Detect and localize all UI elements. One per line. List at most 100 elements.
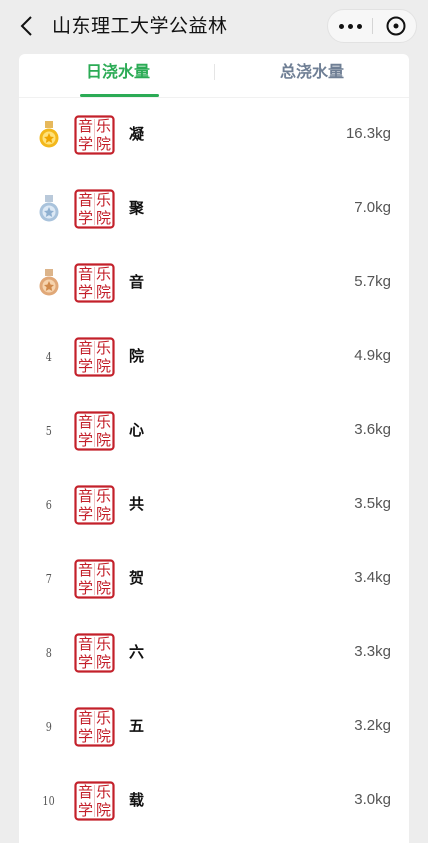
tab-divider — [214, 64, 215, 80]
watering-amount: 3.3kg — [354, 643, 391, 660]
avatar-glyph: 音 — [77, 191, 93, 209]
avatar-glyph: 乐 — [95, 783, 111, 801]
rank-number-text: 10 — [42, 794, 56, 808]
active-tab-indicator — [80, 94, 159, 97]
avatar: 音乐学院 — [74, 189, 115, 229]
gold-medal-icon — [35, 120, 63, 150]
watering-amount: 7.0kg — [354, 199, 391, 216]
avatar-glyph: 学 — [77, 653, 93, 671]
avatar-glyph: 学 — [77, 209, 93, 227]
avatar-glyph: 院 — [95, 505, 111, 523]
avatar: 音乐学院 — [74, 633, 115, 673]
ranking-row[interactable]: 音乐学院凝 16.3kg — [19, 98, 409, 172]
mini-program-capsule — [327, 9, 417, 43]
rank-number: 9 — [35, 712, 63, 742]
avatar: 音乐学院 — [74, 337, 115, 377]
rank-number-text: 5 — [45, 424, 53, 438]
avatar-glyph: 乐 — [95, 191, 111, 209]
avatar-glyph: 院 — [95, 135, 111, 153]
rank-number-text: 6 — [45, 498, 53, 512]
avatar-glyph: 音 — [77, 709, 93, 727]
avatar-glyph: 音 — [77, 561, 93, 579]
ranking-row[interactable]: 音乐学院聚 7.0kg — [19, 172, 409, 246]
dot — [339, 23, 344, 29]
avatar-glyph: 学 — [77, 727, 93, 745]
ranking-row[interactable]: 9 音乐学院五 3.2kg — [19, 690, 409, 764]
avatar-glyph: 院 — [95, 727, 111, 745]
user-name: 院 — [129, 347, 145, 365]
avatar-glyph: 院 — [95, 357, 111, 375]
ranking-row[interactable]: 8 音乐学院六 3.3kg — [19, 616, 409, 690]
user-name: 凝 — [129, 125, 145, 143]
tab-total-watering[interactable]: 总浇水量 — [252, 54, 372, 98]
watering-amount: 3.5kg — [354, 495, 391, 512]
back-button[interactable] — [14, 12, 38, 40]
watering-amount: 3.2kg — [354, 717, 391, 734]
avatar-glyph: 院 — [95, 801, 111, 819]
dot — [357, 23, 362, 29]
chevron-left-icon — [20, 16, 32, 36]
avatar-glyph: 音 — [77, 339, 93, 357]
avatar: 音乐学院 — [74, 707, 115, 747]
watering-amount: 4.9kg — [354, 347, 391, 364]
ranking-row[interactable]: 10 音乐学院载 3.0kg — [19, 764, 409, 838]
dot — [348, 23, 353, 29]
avatar-glyph: 院 — [95, 579, 111, 597]
ranking-row[interactable]: 7 音乐学院贺 3.4kg — [19, 542, 409, 616]
user-name: 贺 — [129, 569, 145, 587]
more-button[interactable] — [328, 10, 373, 42]
avatar-glyph: 乐 — [95, 413, 111, 431]
watering-amount: 16.3kg — [345, 125, 391, 142]
avatar-glyph: 学 — [77, 135, 93, 153]
avatar-glyph: 乐 — [95, 339, 111, 357]
avatar-glyph: 学 — [77, 801, 93, 819]
avatar-glyph: 音 — [77, 635, 93, 653]
avatar-glyph: 学 — [77, 579, 93, 597]
avatar-glyph: 乐 — [95, 487, 111, 505]
nav-bar: 山东理工大学公益林 — [0, 0, 428, 54]
avatar: 音乐学院 — [74, 263, 115, 303]
avatar-glyph: 学 — [77, 505, 93, 523]
avatar: 音乐学院 — [74, 411, 115, 451]
close-button[interactable] — [373, 10, 418, 42]
avatar-glyph: 学 — [77, 283, 93, 301]
user-name: 音 — [129, 273, 145, 291]
silver-medal-icon — [35, 194, 63, 224]
avatar-glyph: 音 — [77, 487, 93, 505]
tab-daily-watering[interactable]: 日浇水量 — [58, 54, 178, 98]
rank-number: 6 — [35, 490, 63, 520]
avatar-glyph: 学 — [77, 357, 93, 375]
avatar-glyph: 音 — [77, 783, 93, 801]
rank-number-text: 7 — [45, 572, 53, 586]
avatar-glyph: 音 — [77, 117, 93, 135]
avatar-glyph: 乐 — [95, 635, 111, 653]
avatar: 音乐学院 — [74, 559, 115, 599]
avatar-glyph: 乐 — [95, 561, 111, 579]
avatar-glyph: 院 — [95, 283, 111, 301]
avatar-glyph: 乐 — [95, 709, 111, 727]
avatar: 音乐学院 — [74, 781, 115, 821]
rank-number: 8 — [35, 638, 63, 668]
avatar-glyph: 院 — [95, 209, 111, 227]
ranking-row[interactable]: 4 音乐学院院 4.9kg — [19, 320, 409, 394]
ranking-row[interactable]: 6 音乐学院共 3.5kg — [19, 468, 409, 542]
avatar-glyph: 乐 — [95, 117, 111, 135]
rank-number: 4 — [35, 342, 63, 372]
ranking-row[interactable]: 5 音乐学院心 3.6kg — [19, 394, 409, 468]
tab-bar: 日浇水量 总浇水量 — [19, 54, 409, 98]
watering-amount: 5.7kg — [354, 273, 391, 290]
rank-number: 7 — [35, 564, 63, 594]
avatar-glyph: 院 — [95, 653, 111, 671]
watering-amount: 3.6kg — [354, 421, 391, 438]
rank-number-text: 9 — [45, 720, 53, 734]
user-name: 共 — [129, 495, 145, 513]
rank-number-text: 8 — [45, 646, 53, 660]
ranking-row[interactable]: 音乐学院音 5.7kg — [19, 246, 409, 320]
close-circle-icon — [386, 16, 405, 36]
avatar-glyph: 音 — [77, 413, 93, 431]
watering-amount: 3.4kg — [354, 569, 391, 586]
ranking-card: 日浇水量 总浇水量 音乐学院凝 16.3kg 音乐学院聚 7.0kg 音乐学院音 5.7k… — [19, 54, 409, 843]
rank-number: 10 — [35, 786, 63, 816]
user-name: 载 — [129, 791, 145, 809]
watering-amount: 3.0kg — [354, 791, 391, 808]
